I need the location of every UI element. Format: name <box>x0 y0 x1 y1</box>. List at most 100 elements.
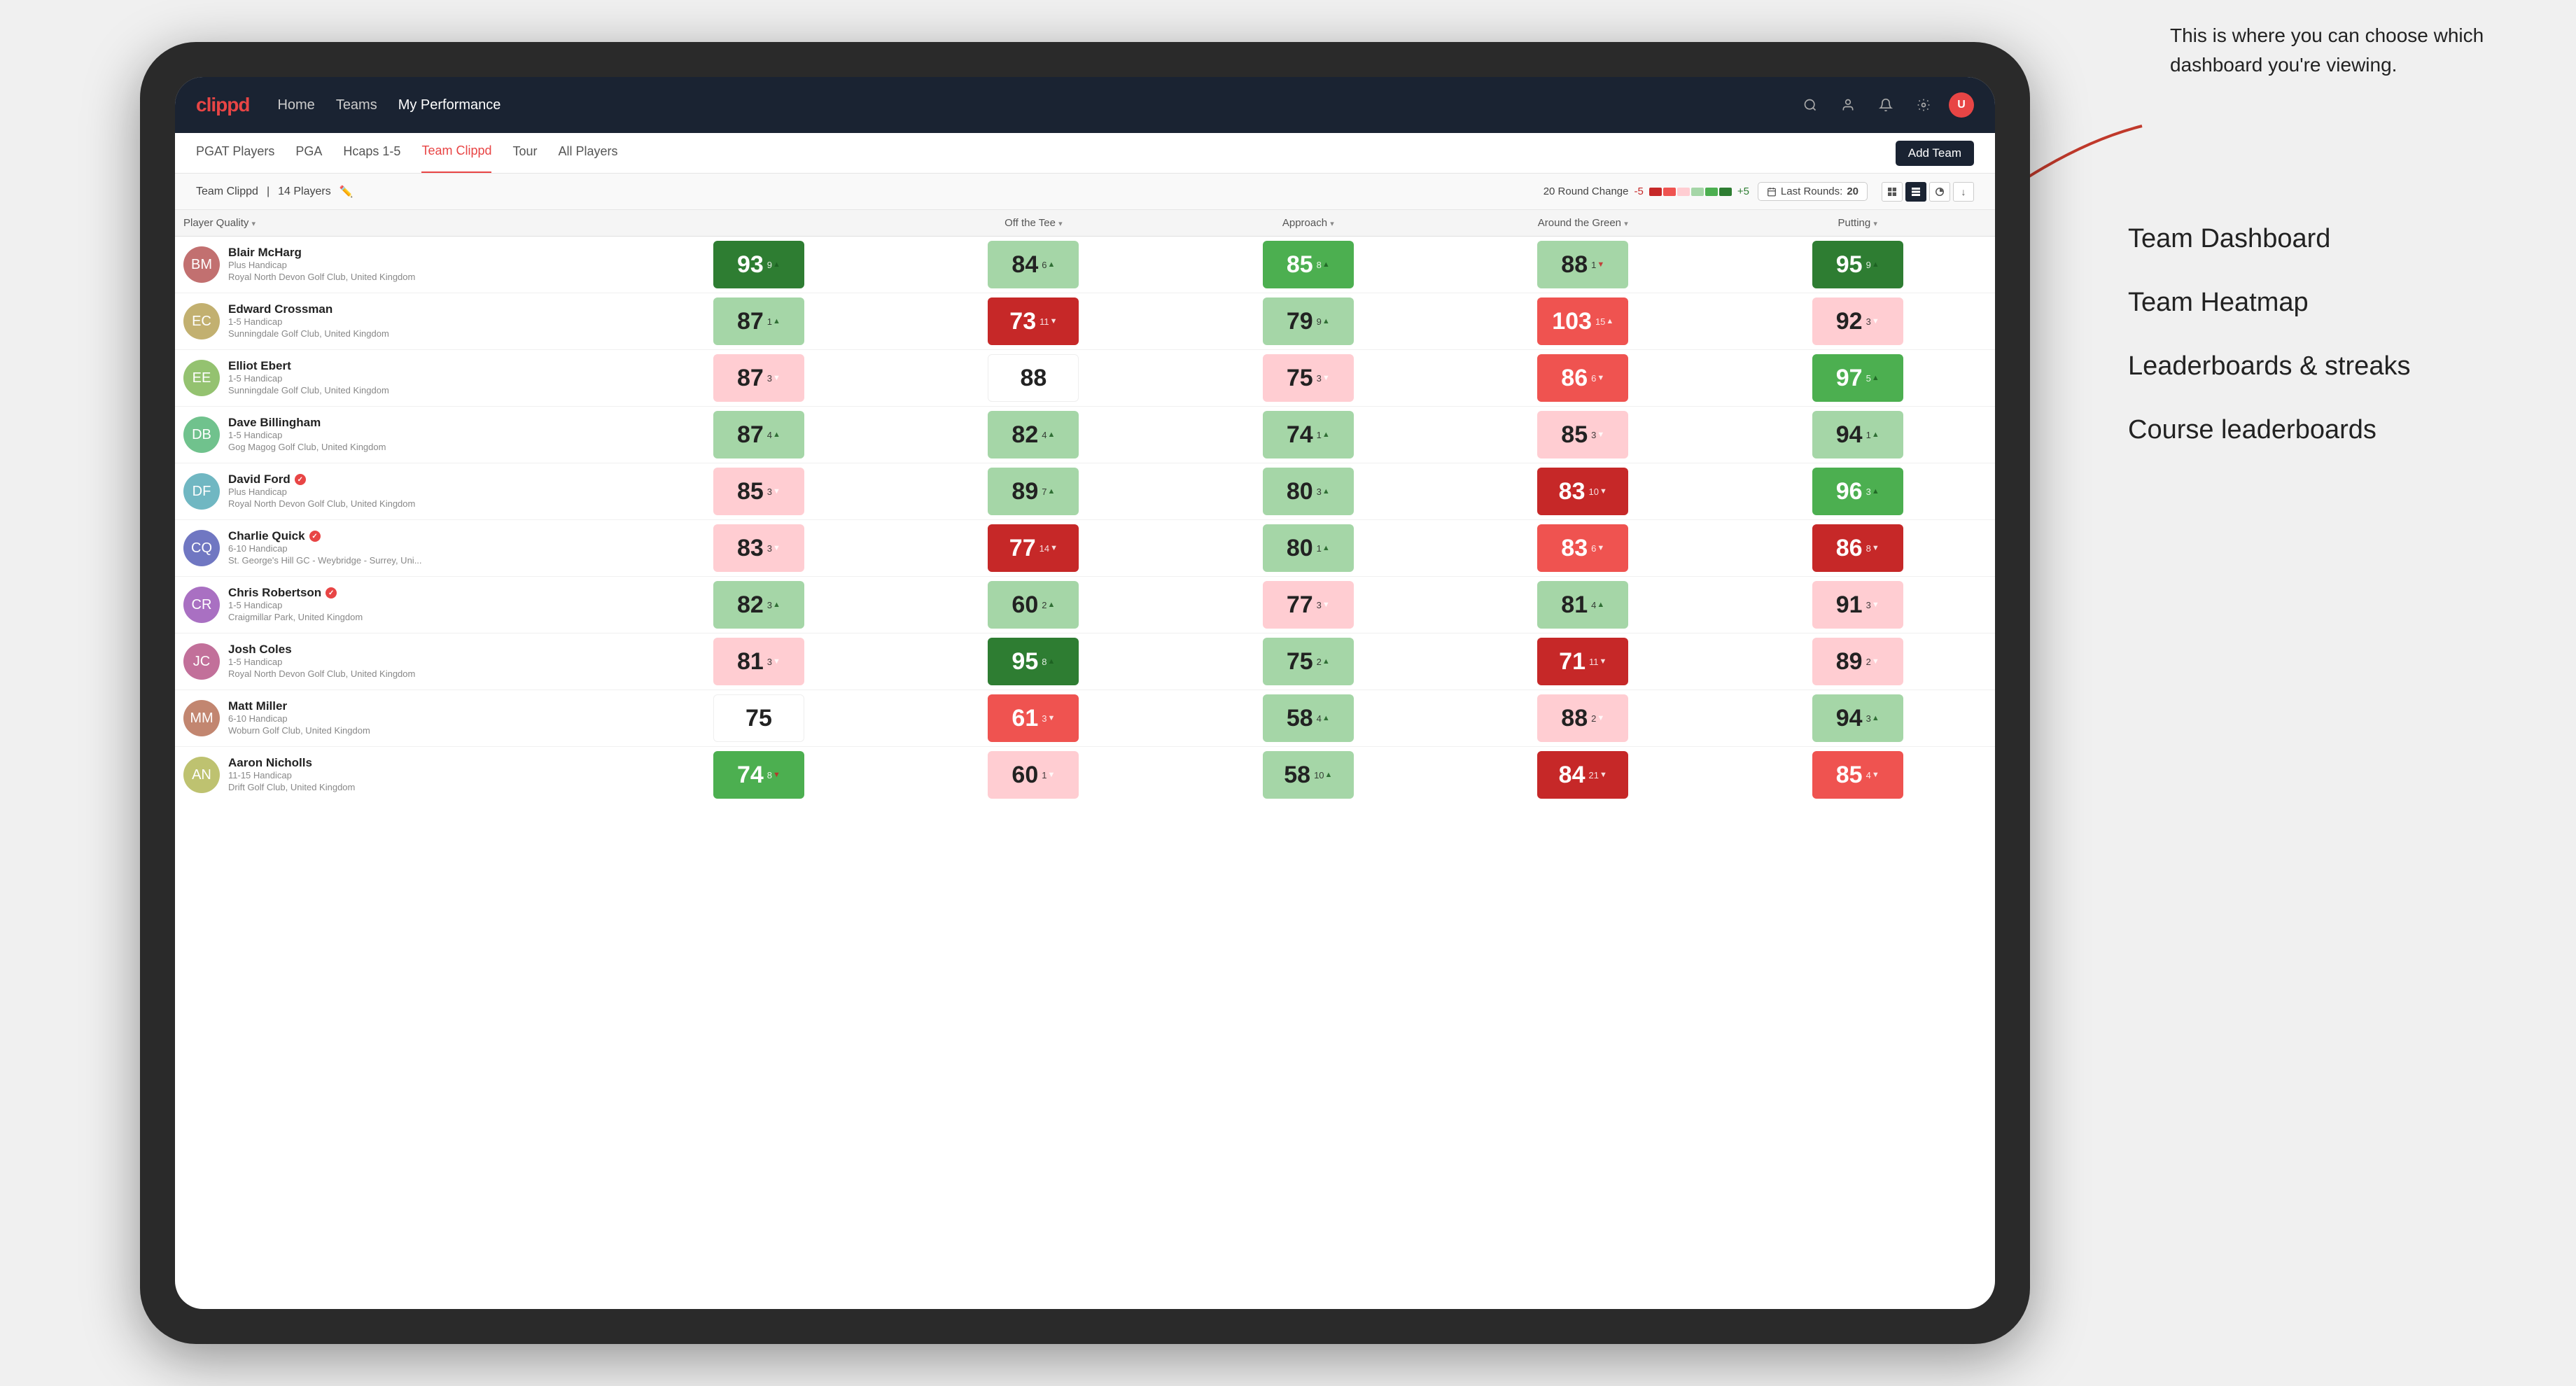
grid-view-button[interactable] <box>1882 182 1903 202</box>
nav-icons: U <box>1798 92 1974 118</box>
sort-around-icon[interactable]: ▾ <box>1624 220 1628 228</box>
score-cell-putting-2[interactable]: 97 5▲ <box>1720 350 1995 407</box>
score-cell-quality-8[interactable]: 75 <box>622 690 896 747</box>
sort-tee-icon[interactable]: ▾ <box>1058 220 1063 228</box>
sort-putting-icon[interactable]: ▾ <box>1873 220 1877 228</box>
score-cell-quality-5[interactable]: 83 3▼ <box>622 520 896 577</box>
score-cell-quality-6[interactable]: 82 3▲ <box>622 577 896 634</box>
user-avatar[interactable]: U <box>1949 92 1974 118</box>
player-cell-6[interactable]: CR Chris Robertson ✓ 1-5 Handicap Craigm… <box>175 577 622 634</box>
score-cell-around-0[interactable]: 88 1▼ <box>1446 237 1720 293</box>
score-cell-around-5[interactable]: 83 6▼ <box>1446 520 1720 577</box>
score-box: 58 10▲ <box>1263 751 1354 799</box>
score-cell-approach-1[interactable]: 79 9▲ <box>1171 293 1446 350</box>
score-cell-quality-3[interactable]: 87 4▲ <box>622 407 896 463</box>
sort-player-icon[interactable]: ▾ <box>252 220 256 228</box>
chart-view-button[interactable] <box>1929 182 1950 202</box>
player-cell-1[interactable]: EC Edward Crossman 1-5 Handicap Sunningd… <box>175 293 622 350</box>
subnav-pga[interactable]: PGA <box>295 133 322 173</box>
score-cell-around-8[interactable]: 88 2▼ <box>1446 690 1720 747</box>
score-cell-tee-8[interactable]: 61 3▼ <box>896 690 1170 747</box>
score-cell-tee-3[interactable]: 82 4▲ <box>896 407 1170 463</box>
tablet-frame: clippd Home Teams My Performance <box>140 42 2030 1344</box>
score-cell-putting-7[interactable]: 89 2▼ <box>1720 634 1995 690</box>
score-cell-tee-9[interactable]: 60 1▼ <box>896 747 1170 804</box>
bell-icon[interactable] <box>1873 92 1898 118</box>
table-view-button[interactable] <box>1905 182 1926 202</box>
score-cell-tee-4[interactable]: 89 7▲ <box>896 463 1170 520</box>
player-cell-8[interactable]: MM Matt Miller 6-10 Handicap Woburn Golf… <box>175 690 622 747</box>
settings-icon[interactable] <box>1911 92 1936 118</box>
score-box: 79 9▲ <box>1263 298 1354 345</box>
score-cell-putting-1[interactable]: 92 3▼ <box>1720 293 1995 350</box>
nav-teams[interactable]: Teams <box>336 97 377 113</box>
score-cell-putting-3[interactable]: 94 1▲ <box>1720 407 1995 463</box>
table-row: CR Chris Robertson ✓ 1-5 Handicap Craigm… <box>175 577 1995 634</box>
subnav-all-players[interactable]: All Players <box>559 133 618 173</box>
score-cell-approach-0[interactable]: 85 8▲ <box>1171 237 1446 293</box>
download-button[interactable]: ↓ <box>1953 182 1974 202</box>
player-cell-0[interactable]: BM Blair McHarg Plus Handicap Royal Nort… <box>175 237 622 293</box>
option-team-dashboard[interactable]: Team Dashboard <box>2128 224 2534 254</box>
subnav-pgat[interactable]: PGAT Players <box>196 133 274 173</box>
score-cell-around-6[interactable]: 81 4▲ <box>1446 577 1720 634</box>
sort-approach-icon[interactable]: ▾ <box>1330 220 1334 228</box>
score-cell-tee-6[interactable]: 60 2▲ <box>896 577 1170 634</box>
score-cell-around-2[interactable]: 86 6▼ <box>1446 350 1720 407</box>
score-cell-approach-7[interactable]: 75 2▲ <box>1171 634 1446 690</box>
search-icon[interactable] <box>1798 92 1823 118</box>
score-cell-quality-9[interactable]: 74 8▼ <box>622 747 896 804</box>
score-cell-approach-3[interactable]: 74 1▲ <box>1171 407 1446 463</box>
score-cell-approach-8[interactable]: 58 4▲ <box>1171 690 1446 747</box>
player-cell-4[interactable]: DF David Ford ✓ Plus Handicap Royal Nort… <box>175 463 622 520</box>
score-cell-tee-2[interactable]: 88 <box>896 350 1170 407</box>
subnav-tour[interactable]: Tour <box>512 133 537 173</box>
score-cell-putting-9[interactable]: 85 4▼ <box>1720 747 1995 804</box>
score-cell-putting-4[interactable]: 96 3▲ <box>1720 463 1995 520</box>
add-team-button[interactable]: Add Team <box>1896 141 1974 166</box>
dashboard-options-list: Team Dashboard Team Heatmap Leaderboards… <box>2128 224 2534 479</box>
score-cell-approach-6[interactable]: 77 3▼ <box>1171 577 1446 634</box>
option-leaderboards[interactable]: Leaderboards & streaks <box>2128 351 2534 382</box>
range-low: -5 <box>1634 186 1643 197</box>
player-cell-2[interactable]: EE Elliot Ebert 1-5 Handicap Sunningdale… <box>175 350 622 407</box>
score-cell-tee-5[interactable]: 77 14▼ <box>896 520 1170 577</box>
nav-home[interactable]: Home <box>277 97 314 113</box>
player-cell-3[interactable]: DB Dave Billingham 1-5 Handicap Gog Mago… <box>175 407 622 463</box>
score-cell-putting-5[interactable]: 86 8▼ <box>1720 520 1995 577</box>
score-cell-approach-9[interactable]: 58 10▲ <box>1171 747 1446 804</box>
score-box: 74 8▼ <box>713 751 804 799</box>
score-cell-approach-4[interactable]: 80 3▲ <box>1171 463 1446 520</box>
option-team-heatmap[interactable]: Team Heatmap <box>2128 288 2534 318</box>
edit-icon[interactable]: ✏️ <box>340 185 354 199</box>
score-cell-tee-0[interactable]: 84 6▲ <box>896 237 1170 293</box>
player-cell-9[interactable]: AN Aaron Nicholls 11-15 Handicap Drift G… <box>175 747 622 804</box>
subnav-team-clippd[interactable]: Team Clippd <box>421 133 491 173</box>
score-cell-quality-2[interactable]: 87 3▼ <box>622 350 896 407</box>
score-cell-around-4[interactable]: 83 10▼ <box>1446 463 1720 520</box>
score-cell-tee-7[interactable]: 95 8▲ <box>896 634 1170 690</box>
nav-my-performance[interactable]: My Performance <box>398 97 501 113</box>
player-cell-5[interactable]: CQ Charlie Quick ✓ 6-10 Handicap St. Geo… <box>175 520 622 577</box>
score-cell-putting-0[interactable]: 95 9▲ <box>1720 237 1995 293</box>
score-cell-tee-1[interactable]: 73 11▼ <box>896 293 1170 350</box>
top-nav: clippd Home Teams My Performance <box>175 77 1995 133</box>
score-cell-putting-6[interactable]: 91 3▼ <box>1720 577 1995 634</box>
score-cell-approach-2[interactable]: 75 3▼ <box>1171 350 1446 407</box>
table-header: Player Quality ▾ Off the Tee ▾ Approach … <box>175 210 1995 237</box>
score-cell-approach-5[interactable]: 80 1▲ <box>1171 520 1446 577</box>
player-cell-7[interactable]: JC Josh Coles 1-5 Handicap Royal North D… <box>175 634 622 690</box>
score-cell-around-7[interactable]: 71 11▼ <box>1446 634 1720 690</box>
score-cell-quality-4[interactable]: 85 3▼ <box>622 463 896 520</box>
score-cell-quality-1[interactable]: 87 1▲ <box>622 293 896 350</box>
score-cell-around-3[interactable]: 85 3▼ <box>1446 407 1720 463</box>
score-cell-around-9[interactable]: 84 21▼ <box>1446 747 1720 804</box>
last-rounds-button[interactable]: Last Rounds: 20 <box>1758 182 1868 201</box>
option-course-leaderboards[interactable]: Course leaderboards <box>2128 415 2534 445</box>
score-cell-quality-7[interactable]: 81 3▼ <box>622 634 896 690</box>
score-cell-around-1[interactable]: 103 15▲ <box>1446 293 1720 350</box>
score-cell-putting-8[interactable]: 94 3▲ <box>1720 690 1995 747</box>
user-icon[interactable] <box>1835 92 1861 118</box>
score-cell-quality-0[interactable]: 93 9▲ <box>622 237 896 293</box>
subnav-hcaps[interactable]: Hcaps 1-5 <box>343 133 400 173</box>
